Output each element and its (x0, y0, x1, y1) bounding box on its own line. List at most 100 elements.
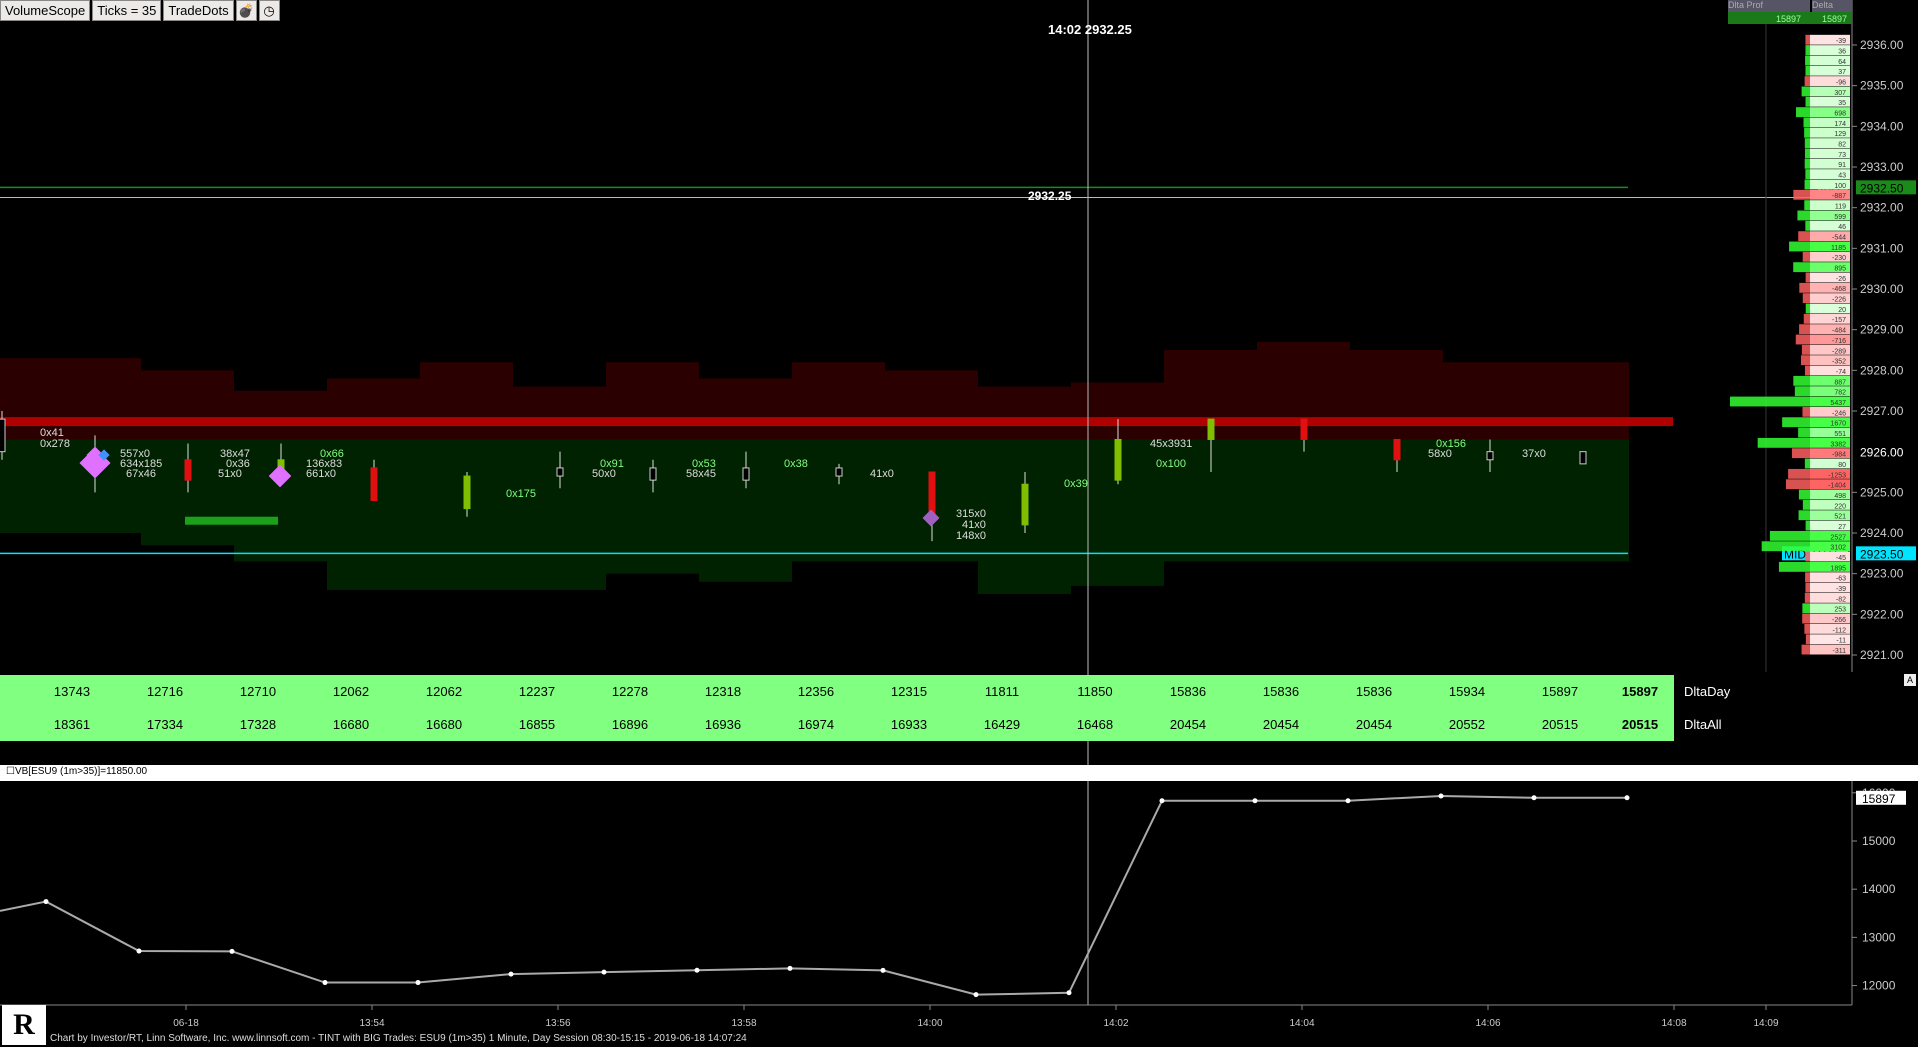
volume-block (185, 516, 278, 525)
profile-band-red (0, 358, 141, 440)
investor-rt-logo: R (2, 1005, 46, 1045)
delta-header: Delta (1812, 0, 1852, 12)
dltaday-label: DltaDay (1674, 675, 1750, 708)
delta-cell-value: 599 (1834, 214, 1846, 221)
trade-label: 45x3931 (1150, 438, 1192, 450)
lower-last-value: 15897 (1862, 792, 1896, 806)
candle-body (1114, 438, 1122, 481)
time-tick-label: 06-18 (173, 1018, 199, 1029)
delta-header-value: 15897 (1822, 14, 1847, 24)
trade-label: 661x0 (306, 468, 336, 480)
delta-bar (1801, 644, 1810, 655)
delta-bar (1798, 231, 1810, 242)
profile-band-red (420, 362, 513, 440)
delta-bar (1804, 148, 1810, 159)
clock-icon[interactable]: ◷ (258, 0, 280, 21)
delta-bar (1791, 448, 1810, 459)
series-point (43, 899, 49, 905)
price-tick-label: 2929.00 (1860, 323, 1904, 337)
trade-label: 58x45 (686, 468, 716, 480)
delta-bar (1761, 541, 1810, 552)
delta-table-cell: 15836 (1262, 684, 1300, 699)
price-tick-label: 2935.00 (1860, 79, 1904, 93)
delta-cell-value: 498 (1834, 493, 1846, 500)
time-tick-label: 14:09 (1753, 1018, 1778, 1029)
price-tick-label: 2932.00 (1860, 201, 1904, 215)
price-tick-label: 2928.00 (1860, 363, 1904, 377)
delta-table-cell: 12710 (239, 684, 277, 699)
delta-bar (1804, 138, 1810, 149)
last-price-tag: 2926.00 (1860, 446, 1904, 460)
ibh-value-tag: 2932.50 (1860, 181, 1904, 195)
delta-bar (1793, 262, 1810, 273)
delta-table-cell: 16936 (704, 717, 742, 732)
delta-cell-value: 119 (1835, 204, 1846, 211)
candle-body (1300, 418, 1308, 440)
tradedots-button[interactable]: TradeDots (163, 0, 234, 21)
delta-cell-value: 174 (1834, 121, 1846, 128)
delta-cell-value: 521 (1834, 514, 1846, 521)
candle-body (649, 467, 657, 481)
delta-bar (1802, 251, 1810, 262)
max-volume-band (0, 417, 1673, 427)
delta-cell-value: 5437 (1830, 400, 1846, 407)
price-tick-label: 2931.00 (1860, 241, 1904, 255)
delta-cell-value: -887 (1832, 193, 1846, 200)
delta-cell-value: -26 (1836, 276, 1846, 283)
delta-cell-value: -39 (1836, 38, 1846, 45)
delta-table-cell: 16680 (425, 717, 463, 732)
delta-bar (1803, 117, 1810, 128)
trade-label: 50x0 (592, 468, 616, 480)
series-point (1345, 798, 1351, 804)
delta-bar (1801, 86, 1810, 97)
series-point (1159, 798, 1165, 804)
main-chart[interactable]: 0x410x278557x0634x18567x4638x470x3651x00… (0, 0, 1918, 1047)
delta-table-cell: 15836 (1355, 684, 1393, 699)
price-tick-label: 2936.00 (1860, 38, 1904, 52)
delta-cell-value: 80 (1838, 462, 1846, 469)
delta-bar (1805, 551, 1810, 562)
delta-cell-value: 1185 (1831, 245, 1846, 252)
delta-bar (1802, 613, 1810, 624)
delta-bar (1804, 179, 1810, 190)
delta-table-cell: 11850 (1077, 684, 1113, 699)
delta-bar (1796, 107, 1810, 118)
delta-bar (1804, 365, 1810, 376)
corner-a-icon[interactable]: A (1904, 674, 1916, 686)
delta-cell-value: 36 (1838, 49, 1846, 56)
delta-bar (1757, 437, 1810, 448)
delta-table-cell: 20454 (1355, 717, 1393, 732)
delta-cell-value: -82 (1836, 596, 1846, 603)
profile-band-red (606, 362, 699, 440)
series-point (322, 980, 328, 986)
time-tick-label: 14:00 (917, 1018, 942, 1029)
delta-table-cell: 16896 (611, 717, 649, 732)
delta-cell-value: 91 (1838, 162, 1846, 169)
profile-band-red (792, 362, 885, 440)
candle-body (1579, 451, 1587, 465)
trade-label: 51x0 (218, 468, 242, 480)
delta-bar (1802, 406, 1810, 417)
ticks-button[interactable]: Ticks = 35 (92, 0, 162, 21)
delta-bar (1788, 468, 1810, 479)
delta-cell-value: -96 (1836, 80, 1846, 87)
delta-cell-value: 27 (1838, 524, 1846, 531)
delta-cell-value: 100 (1834, 183, 1846, 190)
delta-bar (1805, 303, 1810, 314)
delta-cell-value: 1670 (1830, 421, 1846, 428)
dltaall-label: DltaAll (1674, 708, 1750, 741)
delta-table-row-dltaall: DltaAll 18361 17334 17328 16680 16680 16855 16… (0, 708, 1750, 741)
mid-rth-value-tag: 2923.50 (1860, 547, 1904, 561)
trade-label: 0x278 (40, 438, 70, 450)
delta-bar (1800, 355, 1810, 366)
delta-cell-value: -63 (1836, 576, 1846, 583)
delta-table-cell: 16680 (332, 717, 370, 732)
bomb-icon[interactable]: 💣 (235, 0, 257, 21)
delta-cell-value: -544 (1832, 235, 1846, 242)
volumescope-button[interactable]: VolumeScope (0, 0, 91, 21)
candle-body (1393, 438, 1401, 461)
delta-table-cell: 20454 (1169, 717, 1207, 732)
crosshair-price-line-label: 2932.25 (1028, 189, 1072, 203)
delta-bar (1795, 334, 1810, 345)
delta-cell-value: -226 (1832, 297, 1846, 304)
